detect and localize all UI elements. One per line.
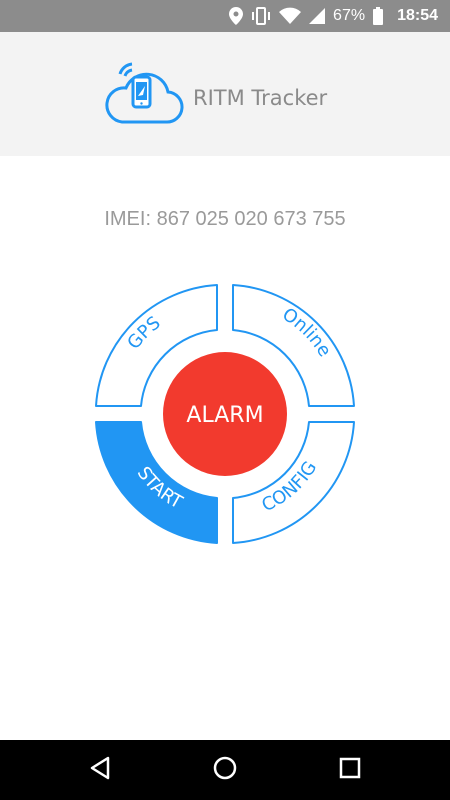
back-button[interactable] bbox=[60, 740, 140, 800]
recents-icon bbox=[339, 757, 361, 784]
location-icon bbox=[229, 7, 244, 25]
alarm-button[interactable]: ALARM bbox=[163, 352, 287, 476]
clock: 18:54 bbox=[397, 7, 438, 24]
app-header: RITM Tracker bbox=[0, 32, 450, 156]
wifi-icon bbox=[279, 7, 302, 25]
battery-percent: 67% bbox=[333, 7, 366, 24]
alarm-label: ALARM bbox=[186, 403, 263, 428]
cloud-phone-icon bbox=[104, 60, 184, 131]
vibrate-icon bbox=[251, 7, 271, 25]
cell-signal-icon bbox=[309, 8, 326, 24]
battery-icon bbox=[373, 7, 384, 25]
status-bar: 67% 18:54 bbox=[0, 0, 450, 32]
app-title: RITM Tracker bbox=[193, 86, 328, 110]
home-icon bbox=[213, 756, 237, 785]
navigation-bar bbox=[0, 740, 450, 800]
imei-label: IMEI: 867 025 020 673 755 bbox=[104, 208, 346, 230]
control-pad: GPS Online START CONFIG ALARM bbox=[95, 284, 355, 544]
recents-button[interactable] bbox=[310, 740, 390, 800]
back-icon bbox=[89, 756, 111, 785]
home-button[interactable] bbox=[185, 740, 265, 800]
